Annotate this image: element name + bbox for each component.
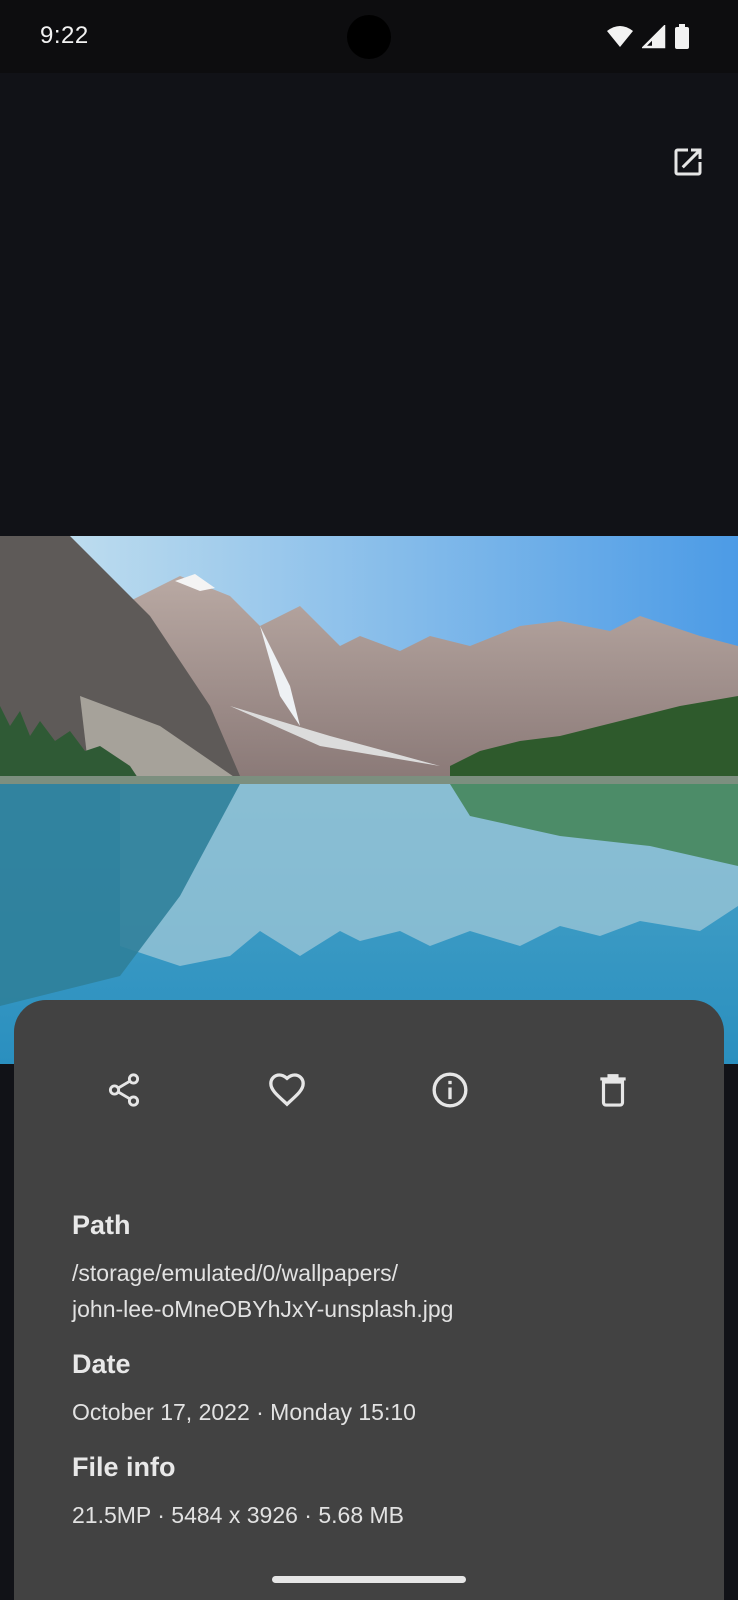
share-button[interactable] (88, 1054, 160, 1126)
status-bar: 9:22 (0, 0, 738, 73)
path-line-2: john-lee-oMneOBYhJxY-unsplash.jpg (72, 1296, 454, 1322)
date-value: October 17, 2022 · Monday 15:10 (72, 1399, 416, 1425)
info-icon (432, 1072, 468, 1108)
home-indicator[interactable] (272, 1576, 466, 1583)
trash-icon (600, 1074, 626, 1107)
camera-cutout (347, 15, 391, 59)
open-external-button[interactable] (664, 138, 712, 186)
file-info-section: File info 21.5MP · 5484 x 3926 · 5.68 MB (72, 1452, 692, 1533)
file-info-label: File info (72, 1452, 176, 1482)
path-line-1: /storage/emulated/0/wallpapers/ (72, 1260, 399, 1286)
delete-button[interactable] (577, 1054, 649, 1126)
action-bar (14, 1054, 724, 1126)
date-section: Date October 17, 2022 · Monday 15:10 (72, 1349, 692, 1430)
wifi-icon (607, 26, 633, 47)
photo-viewer-screen: 9:22 Path /storage/emulated/0/wallpapers… (0, 0, 738, 1600)
lake-mountain-photo (0, 536, 738, 1064)
photo-image[interactable] (0, 536, 738, 1064)
status-icons (606, 24, 690, 50)
favorite-button[interactable] (251, 1054, 323, 1126)
file-info-value: 21.5MP · 5484 x 3926 · 5.68 MB (72, 1502, 404, 1528)
date-label: Date (72, 1349, 131, 1379)
battery-icon (675, 24, 689, 49)
photo-details: Path /storage/emulated/0/wallpapers/ joh… (72, 1210, 692, 1555)
heart-outline-icon (269, 1073, 305, 1107)
details-bottom-sheet: Path /storage/emulated/0/wallpapers/ joh… (14, 1000, 724, 1600)
path-label: Path (72, 1210, 131, 1240)
cell-signal-icon (642, 25, 666, 49)
status-time: 9:22 (40, 22, 89, 49)
path-section: Path /storage/emulated/0/wallpapers/ joh… (72, 1210, 692, 1327)
share-icon (108, 1073, 140, 1107)
path-value: /storage/emulated/0/wallpapers/ john-lee… (72, 1255, 692, 1327)
info-button[interactable] (414, 1054, 486, 1126)
open-in-new-icon (674, 148, 702, 176)
